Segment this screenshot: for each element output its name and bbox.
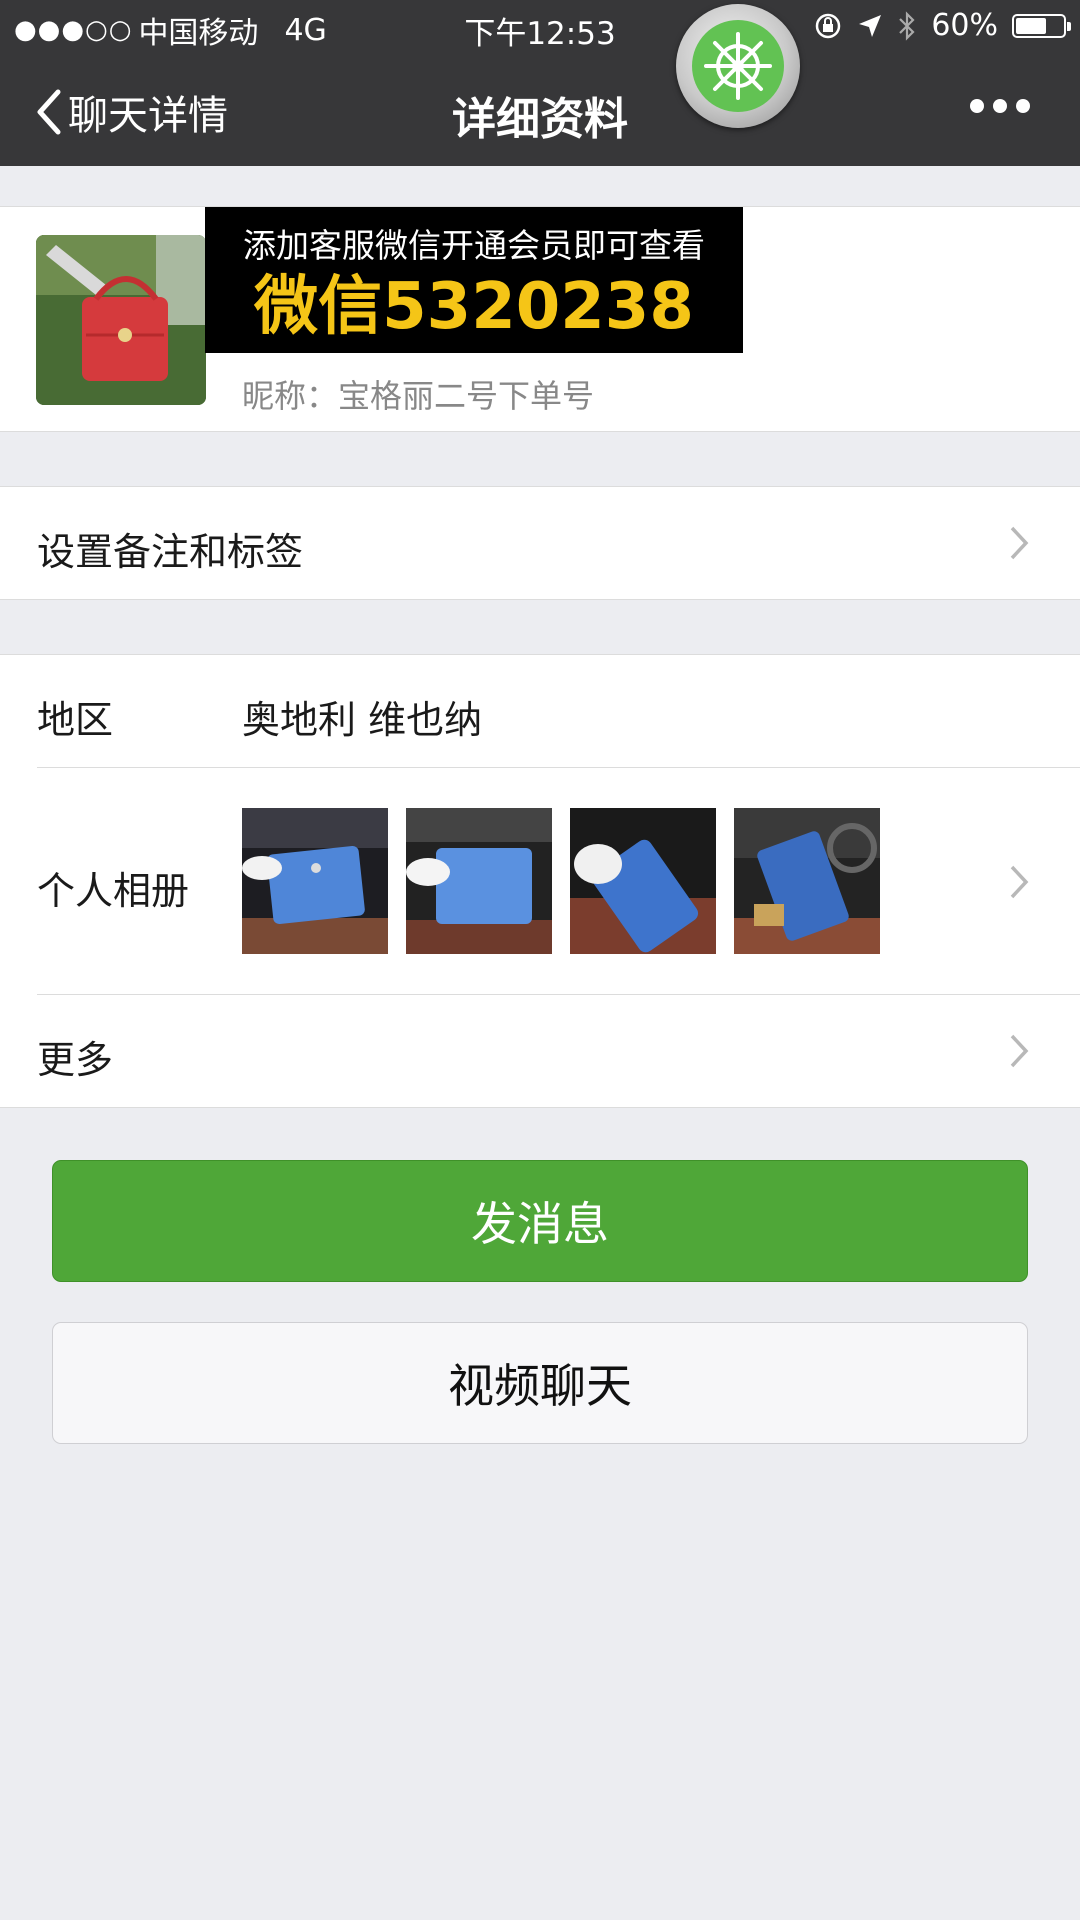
album-thumbnails <box>242 808 880 954</box>
region-row: 地区 奥地利 维也纳 <box>0 655 1080 767</box>
profile-card[interactable]: 昵称：宝格丽二号下单号 添加客服微信开通会员即可查看 微信5320238 <box>0 206 1080 432</box>
remark-section: 设置备注和标签 <box>0 486 1080 600</box>
album-thumb <box>406 808 552 954</box>
chevron-right-icon <box>1010 865 1029 899</box>
ad-line-2: 微信5320238 <box>254 270 694 344</box>
chevron-right-icon <box>1010 526 1029 560</box>
ship-wheel-icon <box>704 32 772 100</box>
more-dots-icon[interactable] <box>970 99 1030 113</box>
dot <box>970 99 984 113</box>
region-value: 奥地利 维也纳 <box>242 698 483 742</box>
album-thumb <box>734 808 880 954</box>
nav-bar: 聊天详情 详细资料 <box>0 55 1080 166</box>
rotation-lock-icon <box>816 13 841 38</box>
send-message-button[interactable]: 发消息 <box>52 1160 1028 1282</box>
status-bar: ●●●○○ 中国移动 4G 下午12:53 60% <box>0 0 1080 55</box>
floating-helm-wheel-icon[interactable] <box>676 4 800 128</box>
chevron-right-icon <box>1010 1034 1029 1068</box>
location-arrow-icon <box>859 14 882 37</box>
remark-row[interactable]: 设置备注和标签 <box>0 487 1080 599</box>
avatar-image <box>36 235 206 405</box>
album-thumb <box>242 808 388 954</box>
album-row[interactable]: 个人相册 <box>0 768 1080 994</box>
more-row[interactable]: 更多 <box>0 995 1080 1107</box>
region-label: 地区 <box>37 698 114 742</box>
remark-label: 设置备注和标签 <box>37 530 304 574</box>
bluetooth-icon <box>899 10 915 41</box>
ad-banner-overlay: 添加客服微信开通会员即可查看 微信5320238 <box>205 207 743 353</box>
wheel-inner <box>692 20 784 112</box>
avatar[interactable] <box>36 235 206 405</box>
dot <box>1016 99 1030 113</box>
nickname-text: 昵称：宝格丽二号下单号 <box>242 377 595 415</box>
status-right: 60% <box>813 8 1071 43</box>
ad-line-1: 添加客服微信开通会员即可查看 <box>243 226 705 265</box>
battery-percent: 60% <box>931 8 998 43</box>
album-thumb <box>570 808 716 954</box>
battery-icon <box>1012 13 1071 38</box>
album-label: 个人相册 <box>37 869 190 913</box>
info-section: 地区 奥地利 维也纳 个人相册 更多 <box>0 654 1080 1108</box>
page-title: 详细资料 <box>452 94 628 145</box>
more-label: 更多 <box>37 1038 114 1082</box>
battery-fill <box>1016 17 1046 34</box>
top-bar: ●●●○○ 中国移动 4G 下午12:53 60% 聊天详情 详细资料 <box>0 0 1080 166</box>
profile-page: ●●●○○ 中国移动 4G 下午12:53 60% 聊天详情 详细资料 昵称：宝… <box>0 0 1080 1920</box>
dot <box>993 99 1007 113</box>
video-chat-button[interactable]: 视频聊天 <box>52 1322 1028 1444</box>
